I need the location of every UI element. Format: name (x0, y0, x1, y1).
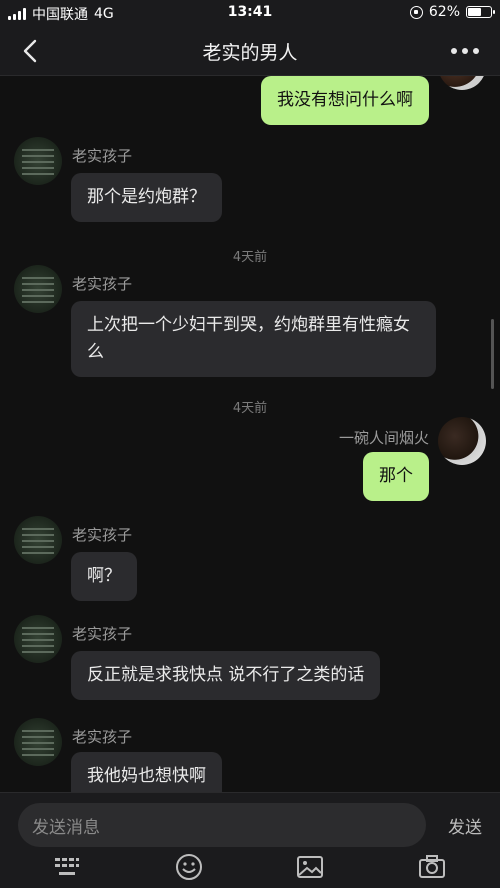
contact-avatar[interactable] (14, 615, 62, 663)
camera-icon[interactable] (418, 853, 446, 881)
message-bubble-incoming[interactable]: 那个是约炮群？ (71, 173, 222, 222)
image-icon[interactable] (296, 853, 324, 881)
message-bubble-outgoing[interactable]: 我没有想问什么啊 (261, 76, 429, 125)
battery-icon (466, 6, 495, 18)
sender-name: 老实孩子 (72, 147, 133, 165)
sender-name: 老实孩子 (72, 275, 133, 293)
my-name: 一碗人间烟火 (338, 429, 429, 447)
message-bubble-incoming[interactable]: 上次把一个少妇干到哭，约炮群里有性瘾女么 (71, 301, 436, 377)
chat-header: 老实的男人 (0, 26, 500, 76)
status-bar: 中国联通 4G 13:41 62% (0, 0, 500, 26)
battery-percent: 62% (428, 4, 460, 20)
my-avatar[interactable] (438, 76, 486, 90)
contact-avatar[interactable] (14, 265, 62, 313)
chat-area[interactable]: 我没有想问什么啊 老实孩子 那个是约炮群？ 4天前 老实孩子 上次把一个少妇干到… (0, 76, 500, 792)
status-right: 62% (409, 4, 495, 20)
message-bubble-incoming[interactable]: 啊？ (71, 552, 137, 601)
sender-name: 老实孩子 (72, 526, 133, 544)
rotation-lock-icon (409, 5, 423, 19)
more-dots-icon[interactable] (450, 43, 480, 59)
message-bubble-incoming[interactable]: 我他妈也想快啊 (71, 752, 222, 792)
message-bubble-incoming[interactable]: 反正就是求我快点 说不行了之类的话 (71, 651, 381, 700)
scrollbar[interactable] (491, 319, 494, 389)
input-bar: 发送消息 发送 (0, 792, 500, 888)
message-input[interactable]: 发送消息 (18, 803, 426, 847)
contact-avatar[interactable] (14, 718, 62, 766)
emoji-icon[interactable] (175, 853, 203, 881)
chat-title: 老实的男人 (202, 42, 298, 64)
time-separator: 4天前 (232, 250, 268, 265)
send-button[interactable]: 发送 (448, 813, 482, 838)
contact-avatar[interactable] (14, 516, 62, 564)
my-avatar[interactable] (438, 417, 486, 465)
contact-avatar[interactable] (14, 137, 62, 185)
keyboard-icon[interactable] (53, 853, 81, 881)
time-separator: 4天前 (232, 401, 268, 416)
sender-name: 老实孩子 (72, 625, 133, 643)
sender-name: 老实孩子 (72, 728, 133, 746)
message-bubble-outgoing[interactable]: 那个 (363, 452, 429, 501)
